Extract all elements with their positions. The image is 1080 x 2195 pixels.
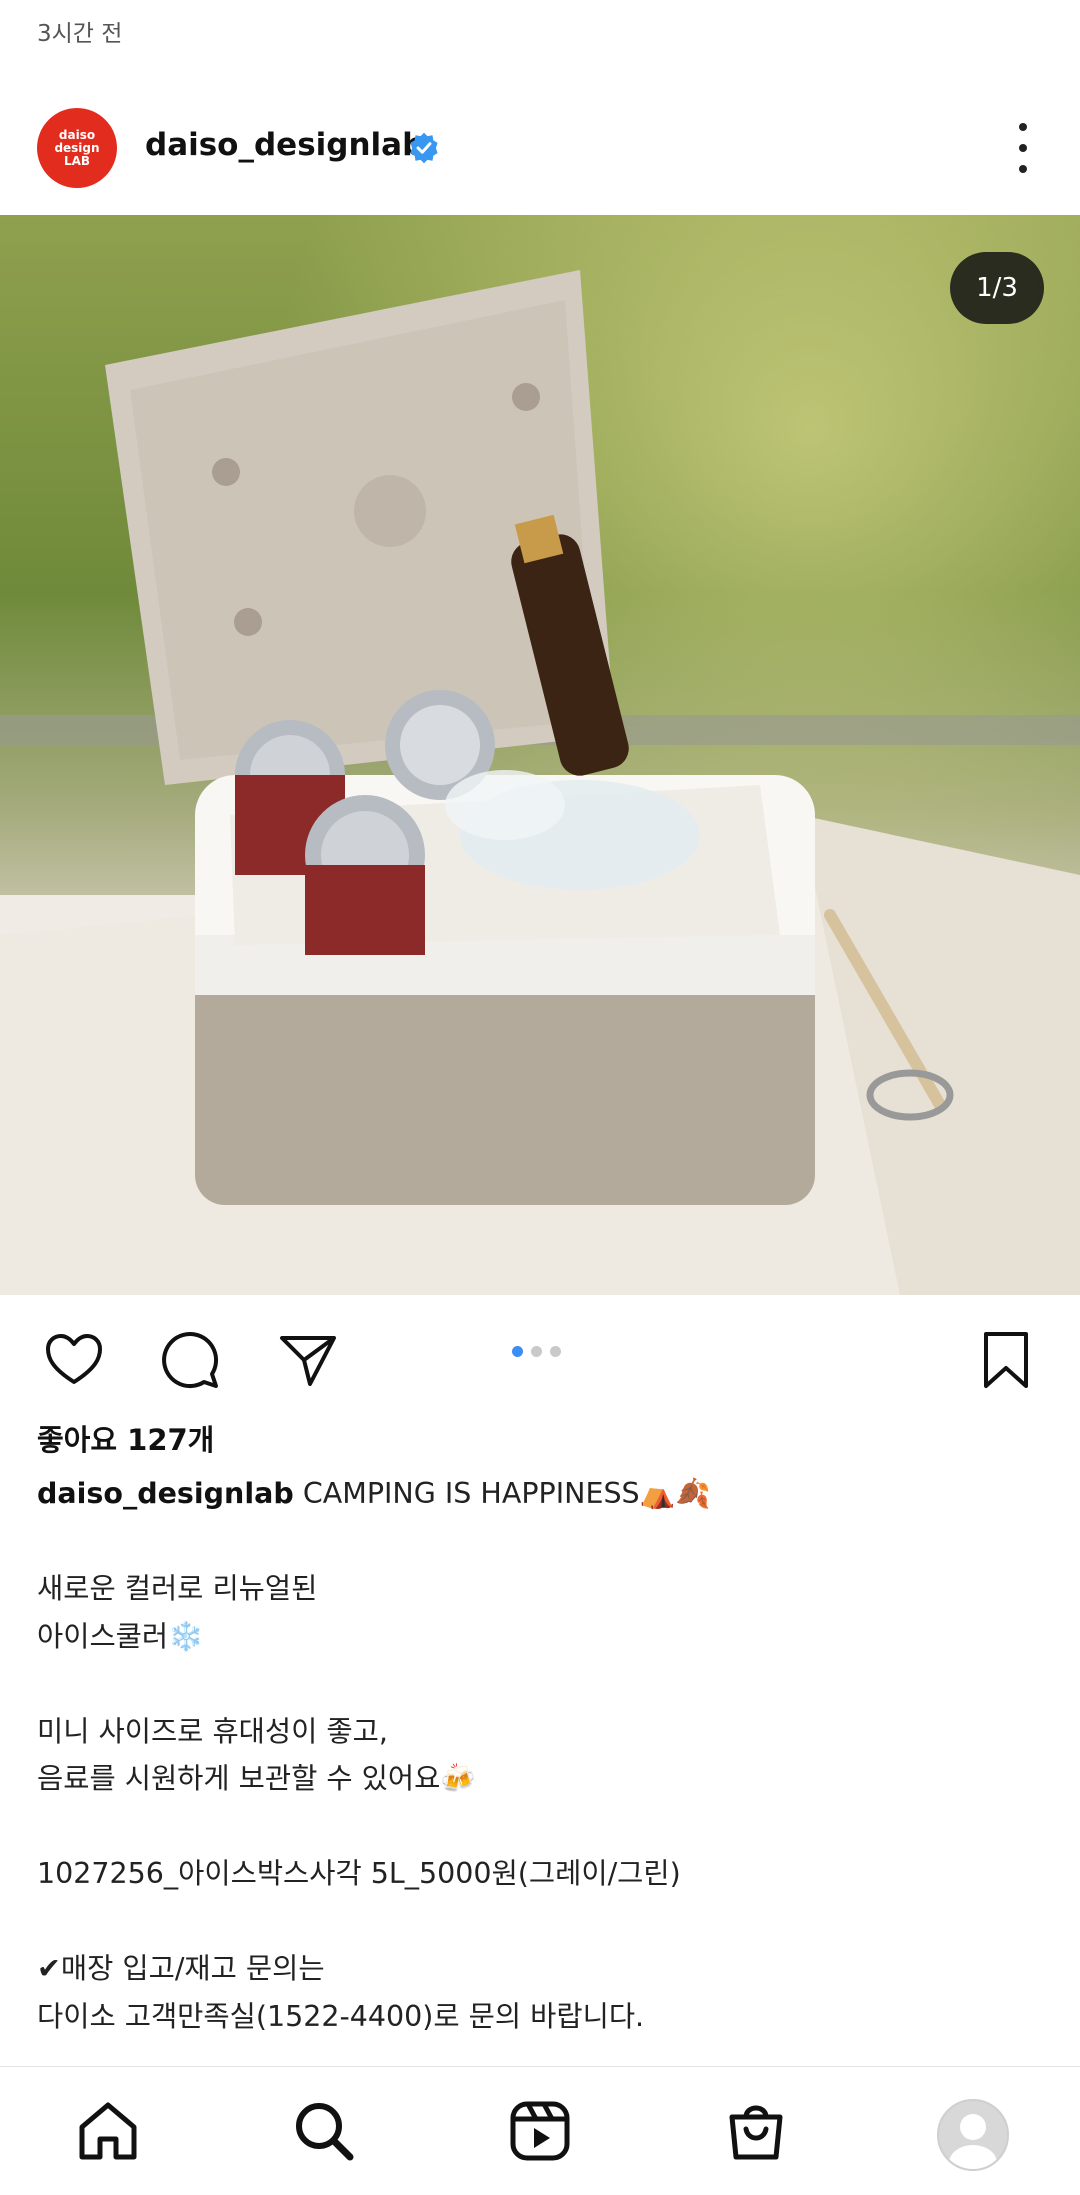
bookmark-icon[interactable] [974,1328,1038,1392]
caption-line: 아이스쿨러❄️ [37,1619,204,1653]
user-silhouette-icon [949,2114,997,2169]
more-options-icon[interactable] [1004,123,1042,173]
verified-badge-icon [410,132,438,164]
carousel-dot [531,1346,542,1357]
likes-count[interactable]: 좋아요 127개 [37,1417,214,1459]
share-icon[interactable] [276,1328,340,1392]
avatar-text-1: daiso [58,127,96,142]
carousel-dots [512,1346,561,1357]
carousel-dot [550,1346,561,1357]
post-timestamp: 3시간 전 [37,21,123,47]
caption-line: 새로운 컬러로 리뉴얼된 [37,1572,318,1605]
caption-line: 다이소 고객만족실(1522-4400)로 문의 바랍니다. [37,1999,645,2033]
caption-first-line: CAMPING IS HAPPINESS⛺🍂 [302,1477,711,1510]
caption-line: 미니 사이즈로 휴대성이 좋고, [37,1714,388,1748]
post-image[interactable] [0,215,1080,1295]
caption-line: 1027256_아이스박스사각 5L_5000원(그레이/그린) [37,1857,681,1890]
author-username[interactable]: daiso_designlab [145,127,424,163]
comment-icon[interactable] [158,1328,222,1392]
carousel-dot-active [512,1346,523,1357]
carousel-counter: 1/3 [950,252,1044,324]
search-icon[interactable] [290,2097,358,2165]
caption-line: 음료를 시원하게 보관할 수 있어요🍻 [37,1762,476,1795]
heart-icon[interactable] [42,1328,106,1392]
cooler-photo [0,215,1080,1295]
home-icon[interactable] [74,2097,142,2165]
bottom-navigation [0,2066,1080,2195]
avatar-text-2: design [54,140,100,155]
caption-line: ✔매장 입고/재고 문의는 [37,1952,325,1985]
reels-icon[interactable] [506,2097,574,2165]
caption-username[interactable]: daiso_designlab [37,1477,294,1510]
author-avatar[interactable]: daiso design LAB [37,108,117,188]
post-header: daiso design LAB daiso_designlab [0,105,1080,191]
profile-avatar[interactable] [937,2099,1009,2171]
avatar-text-3: LAB [63,153,91,168]
shop-icon[interactable] [722,2097,790,2165]
post-caption: daiso_designlab CAMPING IS HAPPINESS⛺🍂 새… [37,1470,1047,2040]
